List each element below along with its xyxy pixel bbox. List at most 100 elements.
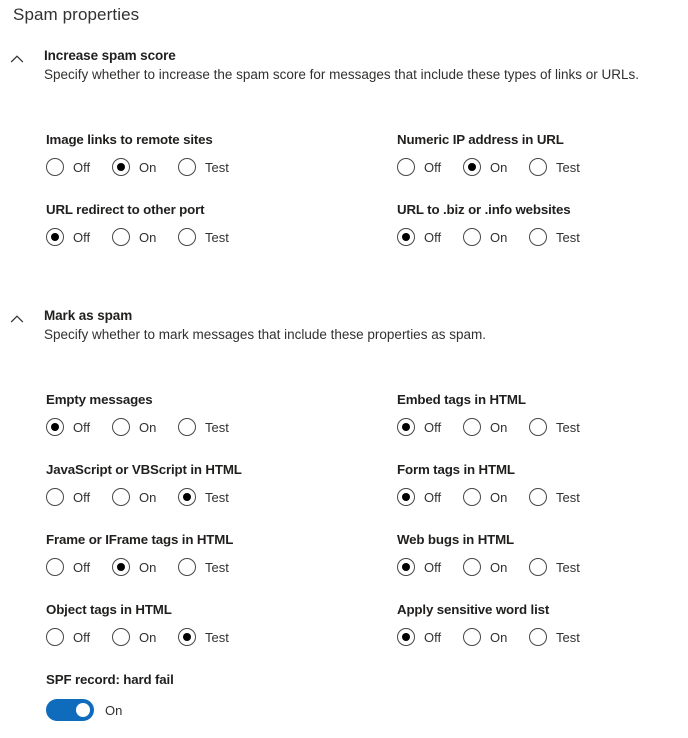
- radio-button-off-selected[interactable]: [397, 558, 415, 576]
- radio-button-on[interactable]: [463, 488, 481, 506]
- radio-option-off[interactable]: Off: [397, 416, 441, 438]
- radio-option-off[interactable]: Off: [46, 226, 90, 248]
- radio-button-test[interactable]: [529, 558, 547, 576]
- option-group: Numeric IP address in URL Off On Test: [397, 131, 688, 184]
- radio-button-on[interactable]: [112, 628, 130, 646]
- chevron-up-icon[interactable]: [9, 311, 25, 327]
- radio-button-on[interactable]: [112, 228, 130, 246]
- radio-option-test[interactable]: Test: [529, 156, 580, 178]
- option-group: URL redirect to other port Off On Test: [46, 201, 376, 254]
- radio-button-on-selected[interactable]: [112, 558, 130, 576]
- radio-option-off[interactable]: Off: [397, 486, 441, 508]
- radio-button-off-selected[interactable]: [46, 228, 64, 246]
- radio-option-off[interactable]: Off: [46, 626, 90, 648]
- radio-option-test[interactable]: Test: [529, 626, 580, 648]
- radio-button-on[interactable]: [112, 418, 130, 436]
- radio-button-test[interactable]: [529, 418, 547, 436]
- radio-button-off[interactable]: [397, 158, 415, 176]
- option-group: Image links to remote sites Off On Test: [46, 131, 376, 184]
- radio-label: Off: [73, 559, 91, 575]
- radio-button-on[interactable]: [112, 488, 130, 506]
- section-title: Mark as spam: [44, 308, 133, 323]
- radio-button-on-selected[interactable]: [112, 158, 130, 176]
- radio-button-test[interactable]: [178, 228, 196, 246]
- radio-button-off-selected[interactable]: [397, 418, 415, 436]
- radio-button-off[interactable]: [46, 558, 64, 576]
- radio-label: On: [139, 419, 157, 435]
- radio-option-test[interactable]: Test: [178, 486, 229, 508]
- radio-button-off[interactable]: [46, 158, 64, 176]
- radio-button-on[interactable]: [463, 628, 481, 646]
- radio-button-test[interactable]: [529, 488, 547, 506]
- radio-option-test[interactable]: Test: [529, 416, 580, 438]
- section-header-increase-spam-score[interactable]: Increase spam score Specify whether to in…: [0, 48, 688, 90]
- radio-option-on[interactable]: On: [112, 556, 156, 578]
- radio-group: Off On Test: [46, 156, 376, 184]
- radio-label: Off: [424, 489, 442, 505]
- radio-option-on[interactable]: On: [463, 226, 507, 248]
- radio-option-off[interactable]: Off: [397, 626, 441, 648]
- radio-option-test[interactable]: Test: [529, 486, 580, 508]
- radio-button-off-selected[interactable]: [46, 418, 64, 436]
- radio-label: Off: [424, 419, 442, 435]
- radio-button-on[interactable]: [463, 418, 481, 436]
- radio-button-test[interactable]: [178, 418, 196, 436]
- radio-button-off-selected[interactable]: [397, 628, 415, 646]
- radio-button-off-selected[interactable]: [397, 488, 415, 506]
- option-group: Apply sensitive word list Off On Test: [397, 601, 688, 654]
- option-group: Form tags in HTML Off On Test: [397, 461, 688, 514]
- radio-option-test[interactable]: Test: [529, 556, 580, 578]
- radio-button-on[interactable]: [463, 228, 481, 246]
- radio-option-on[interactable]: On: [463, 156, 507, 178]
- radio-label: On: [490, 489, 508, 505]
- radio-option-on[interactable]: On: [112, 626, 156, 648]
- page-title: Spam properties: [13, 5, 140, 24]
- radio-option-on[interactable]: On: [463, 416, 507, 438]
- radio-option-on[interactable]: On: [112, 416, 156, 438]
- radio-button-test[interactable]: [529, 228, 547, 246]
- radio-button-test[interactable]: [529, 158, 547, 176]
- radio-button-off[interactable]: [46, 628, 64, 646]
- radio-button-test[interactable]: [178, 558, 196, 576]
- section-header-mark-as-spam[interactable]: Mark as spam Specify whether to mark mess…: [0, 308, 688, 350]
- radio-option-test[interactable]: Test: [178, 626, 229, 648]
- radio-option-off[interactable]: Off: [397, 556, 441, 578]
- radio-group: Off On Test: [46, 486, 376, 514]
- radio-option-test[interactable]: Test: [178, 156, 229, 178]
- radio-label: Test: [205, 419, 229, 435]
- radio-button-off[interactable]: [46, 488, 64, 506]
- radio-button-test-selected[interactable]: [178, 628, 196, 646]
- radio-label: Off: [73, 159, 91, 175]
- radio-option-on[interactable]: On: [112, 156, 156, 178]
- radio-button-test-selected[interactable]: [178, 488, 196, 506]
- radio-option-off[interactable]: Off: [46, 486, 90, 508]
- radio-label: Off: [424, 629, 442, 645]
- option-label: Image links to remote sites: [46, 132, 213, 147]
- radio-option-on[interactable]: On: [463, 626, 507, 648]
- option-label: SPF record: hard fail: [46, 672, 174, 687]
- radio-button-off-selected[interactable]: [397, 228, 415, 246]
- radio-option-on[interactable]: On: [112, 486, 156, 508]
- radio-button-on-selected[interactable]: [463, 158, 481, 176]
- radio-label: Test: [556, 559, 580, 575]
- option-group: URL to .biz or .info websites Off On Test: [397, 201, 688, 254]
- radio-button-test[interactable]: [178, 158, 196, 176]
- spf-hard-fail-toggle[interactable]: [46, 699, 94, 721]
- radio-option-test[interactable]: Test: [178, 556, 229, 578]
- radio-group: Off On Test: [46, 556, 376, 584]
- radio-option-test[interactable]: Test: [529, 226, 580, 248]
- radio-option-off[interactable]: Off: [46, 156, 90, 178]
- radio-option-on[interactable]: On: [112, 226, 156, 248]
- radio-button-on[interactable]: [463, 558, 481, 576]
- radio-option-test[interactable]: Test: [178, 416, 229, 438]
- radio-option-on[interactable]: On: [463, 486, 507, 508]
- radio-option-test[interactable]: Test: [178, 226, 229, 248]
- radio-option-off[interactable]: Off: [397, 156, 441, 178]
- radio-option-off[interactable]: Off: [46, 416, 90, 438]
- radio-label: Test: [556, 629, 580, 645]
- radio-button-test[interactable]: [529, 628, 547, 646]
- radio-option-on[interactable]: On: [463, 556, 507, 578]
- radio-option-off[interactable]: Off: [46, 556, 90, 578]
- radio-option-off[interactable]: Off: [397, 226, 441, 248]
- chevron-up-icon[interactable]: [9, 51, 25, 67]
